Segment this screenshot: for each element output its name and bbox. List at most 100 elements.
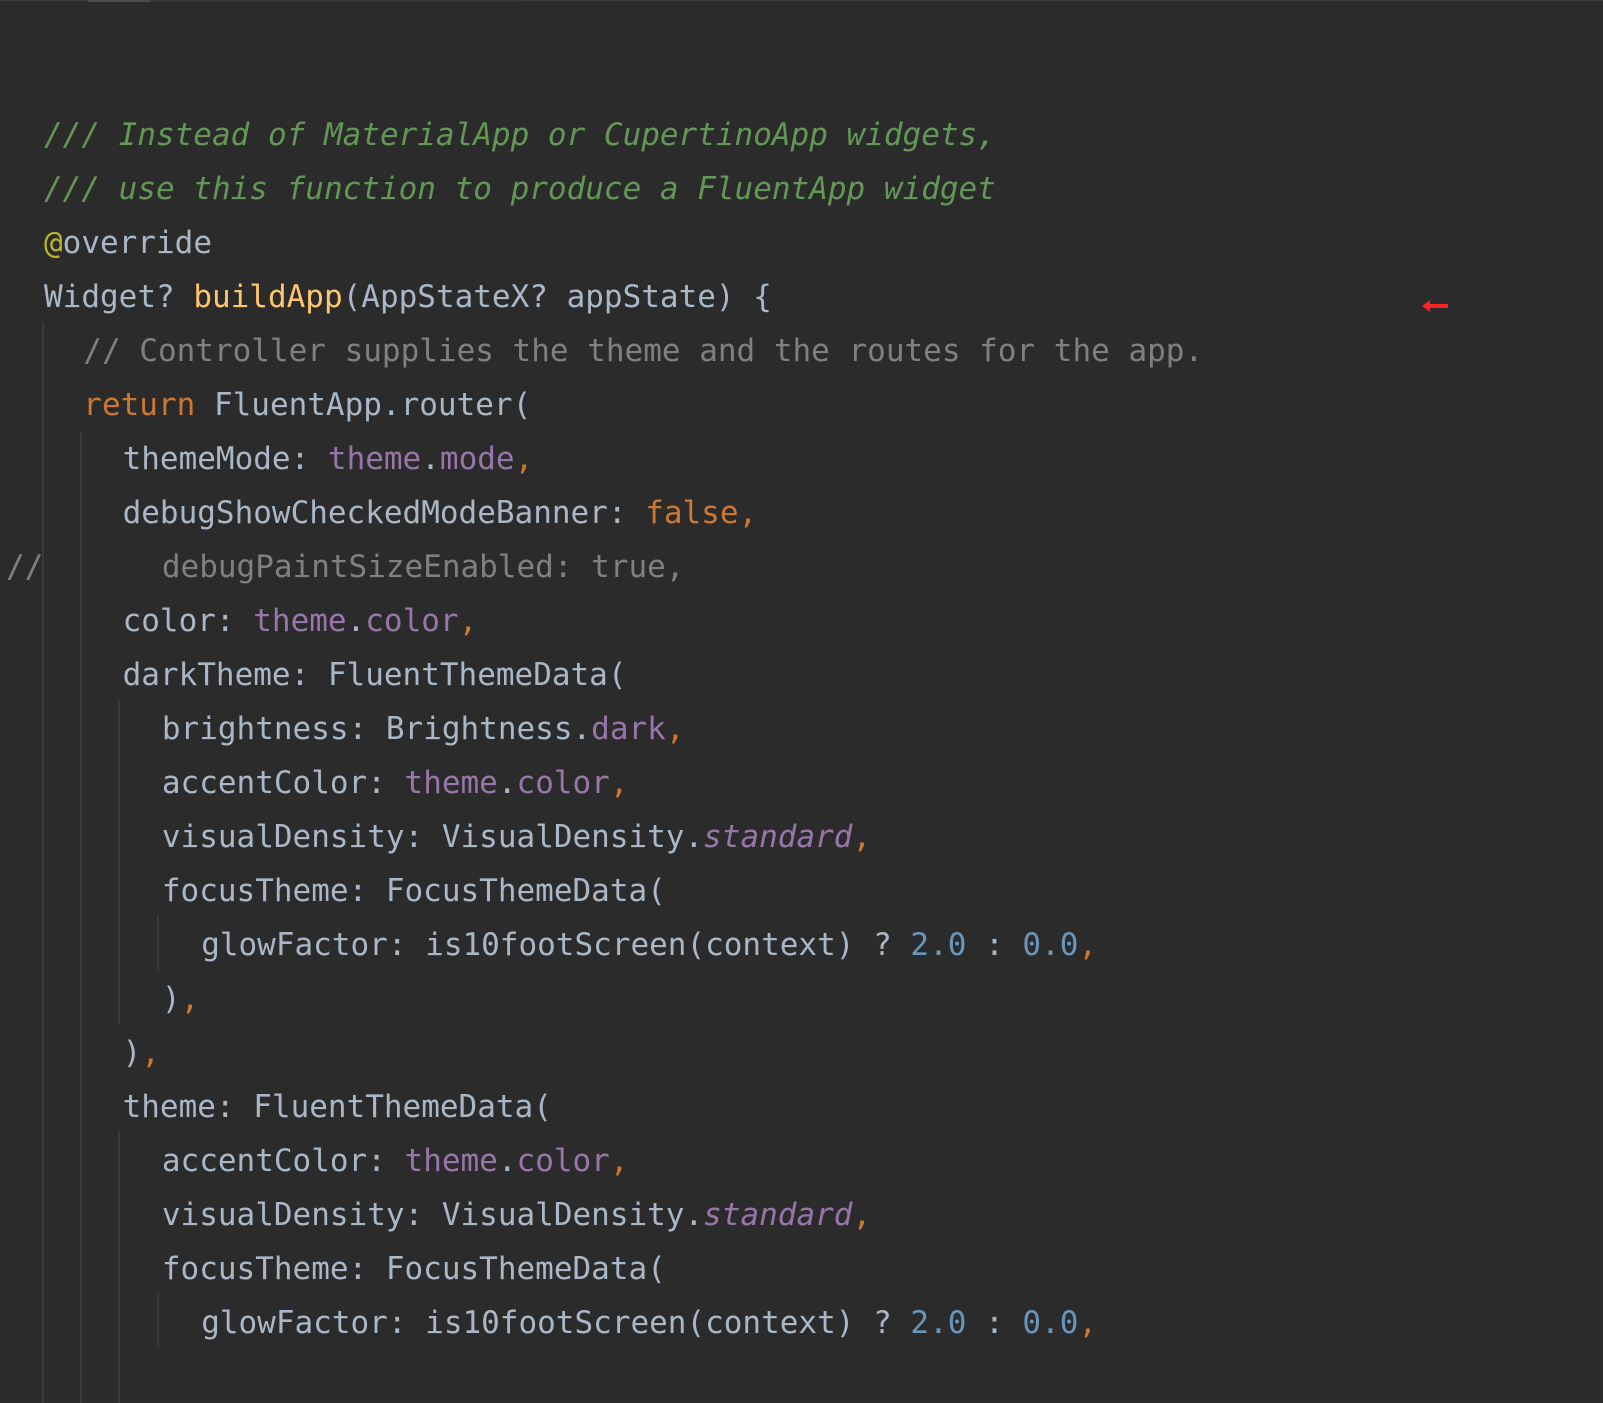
code-line[interactable]: glowFactor: is10footScreen(context) ? 2.… — [0, 1296, 1603, 1351]
code-token: darkTheme: FluentThemeData( — [122, 657, 627, 693]
code-token: themeMode: — [122, 441, 328, 477]
code-line[interactable]: theme: FluentThemeData( — [0, 1080, 1603, 1135]
code-token: , — [852, 1197, 872, 1233]
code-token: theme — [327, 441, 422, 477]
code-token: /// Instead of MaterialApp or CupertinoA… — [44, 117, 996, 153]
code-token: glowFactor: is10footScreen(context) ? — [201, 927, 911, 963]
code-text: visualDensity: VisualDensity.standard, — [162, 810, 871, 865]
code-text: focusTheme: FocusThemeData( — [162, 1242, 666, 1297]
code-token: dark — [591, 711, 666, 747]
code-text: @override — [44, 216, 212, 271]
code-token: , — [609, 1143, 629, 1179]
code-token: accentColor: — [161, 765, 405, 801]
code-token: buildApp — [193, 279, 343, 315]
code-token: false — [645, 495, 739, 531]
code-token: ) — [122, 1035, 142, 1071]
code-line[interactable]: glowFactor: is10footScreen(context) ? 2.… — [0, 918, 1603, 973]
code-line[interactable]: return FluentApp.router( — [0, 378, 1603, 433]
left-arrow-icon[interactable] — [1422, 300, 1448, 312]
code-token: color — [516, 1143, 610, 1179]
code-line[interactable]: debugShowCheckedModeBanner: false, — [0, 486, 1603, 541]
code-token: theme: FluentThemeData( — [122, 1089, 552, 1125]
code-token: 2.0 — [910, 1305, 967, 1341]
code-line[interactable]: color: theme.color, — [0, 594, 1603, 649]
code-line[interactable]: darkTheme: FluentThemeData( — [0, 648, 1603, 703]
code-token: brightness: Brightness. — [161, 711, 592, 747]
code-text: glowFactor: is10footScreen(context) ? 2.… — [201, 1296, 1097, 1351]
code-token: return — [83, 387, 214, 423]
code-token: debugShowCheckedModeBanner: — [122, 495, 646, 531]
code-token: theme — [404, 765, 498, 801]
code-text: ), — [162, 972, 199, 1027]
code-text: /// use this function to produce a Fluen… — [44, 162, 996, 217]
code-token: . — [421, 441, 440, 477]
code-token: , — [141, 1035, 160, 1071]
code-line[interactable]: focusTheme: FocusThemeData( — [0, 864, 1603, 919]
code-token: color: — [122, 603, 254, 639]
code-token: debugPaintSizeEnabled: true, — [161, 549, 685, 585]
code-token: focusTheme: FocusThemeData( — [161, 1251, 666, 1287]
code-token: 0.0 — [1022, 927, 1079, 963]
code-token: theme — [404, 1143, 498, 1179]
code-token: color — [365, 603, 459, 639]
code-editor[interactable]: /// Instead of MaterialApp or CupertinoA… — [0, 0, 1603, 1403]
code-token: , — [609, 765, 629, 801]
code-token: theme — [253, 603, 347, 639]
code-token: , — [180, 981, 200, 1017]
code-token: /// use this function to produce a Fluen… — [44, 171, 996, 207]
code-line[interactable]: ), — [0, 972, 1603, 1027]
code-text: accentColor: theme.color, — [162, 756, 629, 811]
code-text: focusTheme: FocusThemeData( — [162, 864, 666, 919]
code-line[interactable]: focusTheme: FocusThemeData( — [0, 1242, 1603, 1297]
code-token: (AppStateX? appState) { — [342, 279, 772, 315]
code-text: // Controller supplies the theme and the… — [83, 324, 1203, 379]
code-token: standard — [703, 819, 853, 855]
code-token: 2.0 — [910, 927, 967, 963]
code-text: color: theme.color, — [123, 594, 478, 649]
code-token: focusTheme: FocusThemeData( — [161, 873, 666, 909]
code-token: FluentApp.router( — [213, 387, 532, 423]
code-token: , — [514, 441, 534, 477]
code-token: ) — [161, 981, 181, 1017]
code-token: . — [497, 1143, 517, 1179]
code-line[interactable]: themeMode: theme.mode, — [0, 432, 1603, 487]
code-text: /// Instead of MaterialApp or CupertinoA… — [44, 108, 996, 163]
code-token: , — [1078, 1305, 1098, 1341]
code-token: . — [346, 603, 366, 639]
code-line[interactable]: visualDensity: VisualDensity.standard, — [0, 1188, 1603, 1243]
code-line[interactable]: /// Instead of MaterialApp or CupertinoA… — [0, 108, 1603, 163]
code-text: accentColor: theme.color, — [162, 1134, 629, 1189]
code-token: . — [497, 765, 517, 801]
code-line[interactable]: /// use this function to produce a Fluen… — [0, 162, 1603, 217]
code-line[interactable]: accentColor: theme.color, — [0, 1134, 1603, 1189]
code-token: accentColor: — [161, 1143, 405, 1179]
tab-indicator — [150, 0, 516, 2]
code-line[interactable]: Widget? buildApp(AppStateX? appState) { — [0, 270, 1603, 325]
code-line[interactable]: ), — [0, 1026, 1603, 1081]
tab-indicator — [88, 0, 150, 2]
code-token: // Controller supplies the theme and the… — [83, 333, 1204, 369]
code-token: Widget? — [44, 279, 194, 315]
code-token: visualDensity: VisualDensity. — [161, 819, 704, 855]
code-token: , — [738, 495, 758, 531]
code-token: , — [665, 711, 685, 747]
code-text: visualDensity: VisualDensity.standard, — [162, 1188, 871, 1243]
code-token: , — [1078, 927, 1098, 963]
code-line[interactable]: // Controller supplies the theme and the… — [0, 324, 1603, 379]
code-token: mode — [439, 441, 515, 477]
code-text: debugShowCheckedModeBanner: false, — [123, 486, 758, 541]
code-line[interactable]: brightness: Brightness.dark, — [0, 702, 1603, 757]
code-token: 0.0 — [1022, 1305, 1079, 1341]
code-text: ), — [123, 1026, 160, 1081]
code-token: , — [458, 603, 478, 639]
code-text: theme: FluentThemeData( — [123, 1080, 552, 1135]
code-token: standard — [703, 1197, 853, 1233]
code-token: color — [516, 765, 610, 801]
code-line[interactable]: visualDensity: VisualDensity.standard, — [0, 810, 1603, 865]
code-text: return FluentApp.router( — [83, 378, 531, 433]
code-line[interactable]: accentColor: theme.color, — [0, 756, 1603, 811]
code-token: , — [852, 819, 872, 855]
code-line[interactable]: // debugPaintSizeEnabled: true, — [0, 540, 1603, 595]
code-line[interactable]: @override — [0, 216, 1603, 271]
code-token: visualDensity: VisualDensity. — [161, 1197, 704, 1233]
